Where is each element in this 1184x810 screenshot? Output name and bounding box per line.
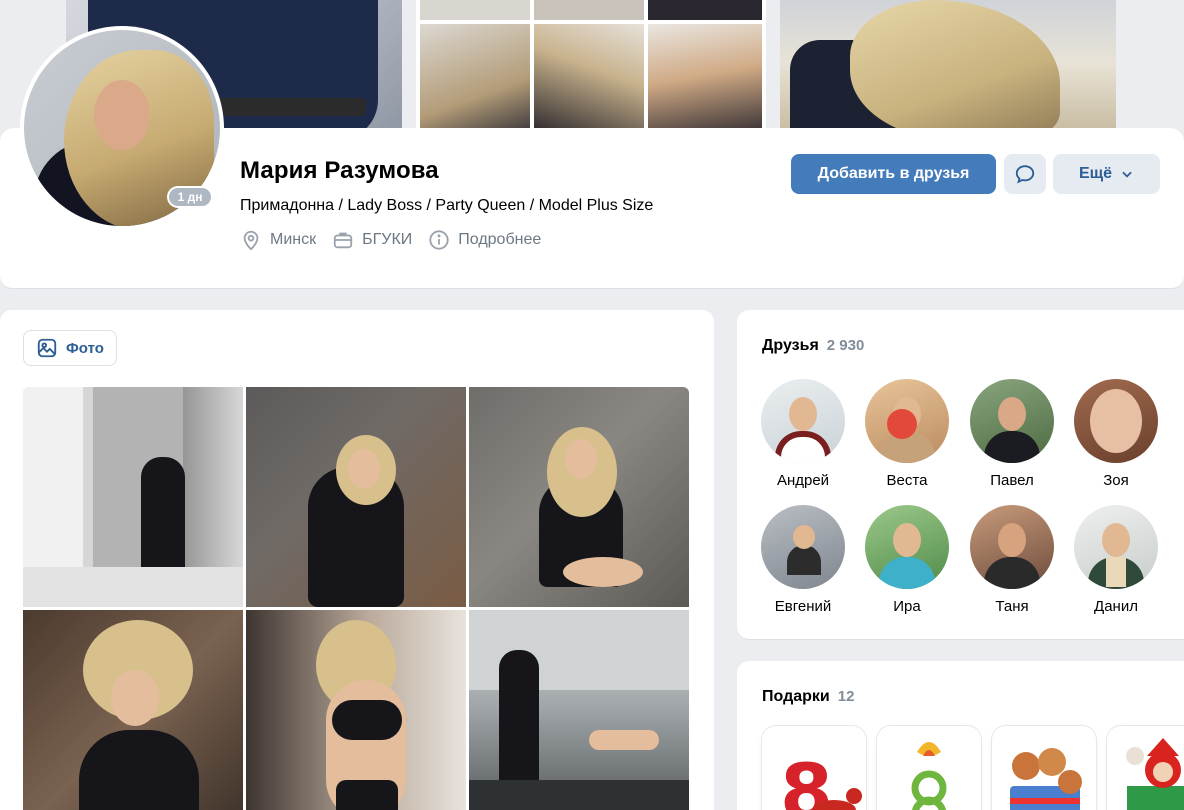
avatar bbox=[865, 379, 949, 463]
city-label: Минск bbox=[270, 231, 317, 248]
more-label: Ещё bbox=[1078, 165, 1113, 182]
tab-photos[interactable]: Фото bbox=[23, 330, 117, 366]
gifts-title-label: Подарки bbox=[762, 688, 830, 705]
cover-collage[interactable] bbox=[416, 0, 766, 140]
friends-section: Друзья 2 930 Андрей Веста Павел Зоя Евге… bbox=[737, 310, 1184, 639]
profile-status: Примадонна / Lady Boss / Party Queen / M… bbox=[240, 197, 654, 214]
photo-thumbnail[interactable] bbox=[23, 610, 243, 810]
gifts-title[interactable]: Подарки 12 bbox=[762, 688, 854, 706]
avatar bbox=[761, 505, 845, 589]
photos-section: Фото bbox=[0, 310, 714, 810]
avatar bbox=[1074, 505, 1158, 589]
tab-photos-label: Фото bbox=[66, 339, 104, 357]
chevron-down-icon bbox=[1122, 171, 1132, 178]
svg-text:8: 8 bbox=[780, 747, 833, 810]
avatar bbox=[761, 379, 845, 463]
meta-education[interactable]: БГУКИ bbox=[332, 229, 412, 251]
profile-meta: Минск БГУКИ Подробнее bbox=[240, 229, 557, 251]
friend-item[interactable]: Зоя bbox=[1071, 379, 1161, 489]
avatar bbox=[1074, 379, 1158, 463]
friend-item[interactable]: Андрей bbox=[758, 379, 848, 489]
location-pin-icon bbox=[243, 230, 259, 251]
photo-thumbnail[interactable] bbox=[246, 610, 466, 810]
friend-name: Веста bbox=[886, 472, 928, 489]
meta-details[interactable]: Подробнее bbox=[428, 229, 541, 251]
add-friend-button[interactable]: Добавить в друзья bbox=[791, 154, 996, 194]
gift-item[interactable] bbox=[1107, 726, 1184, 810]
friend-name: Зоя bbox=[1103, 472, 1129, 489]
profile-name: Мария Разумова bbox=[240, 157, 439, 184]
online-time: 1 дн bbox=[169, 188, 211, 206]
photo-icon bbox=[37, 338, 57, 358]
friend-name: Павел bbox=[990, 472, 1034, 489]
avatar bbox=[865, 505, 949, 589]
education-label: БГУКИ bbox=[362, 231, 413, 248]
cover-photo[interactable] bbox=[780, 0, 1116, 140]
message-icon bbox=[1015, 165, 1035, 184]
photo-thumbnail[interactable] bbox=[246, 387, 466, 607]
avatar bbox=[970, 505, 1054, 589]
friend-item[interactable]: Данил bbox=[1071, 505, 1161, 615]
friend-name: Ира bbox=[893, 598, 921, 615]
gifts-count: 12 bbox=[837, 688, 855, 705]
photo-thumbnail[interactable] bbox=[469, 610, 689, 810]
gift-item[interactable] bbox=[992, 726, 1096, 810]
friend-item[interactable]: Павел bbox=[967, 379, 1057, 489]
friend-name: Евгений bbox=[774, 598, 832, 615]
briefcase-icon bbox=[333, 232, 353, 249]
gifts-section: Подарки 12 8 bbox=[737, 661, 1184, 810]
details-label: Подробнее bbox=[458, 231, 542, 248]
friends-title-label: Друзья bbox=[762, 337, 819, 354]
info-icon bbox=[429, 230, 449, 250]
friends-count: 2 930 bbox=[826, 337, 865, 354]
friend-name: Данил bbox=[1094, 598, 1138, 615]
gift-item[interactable]: 8 bbox=[762, 726, 866, 810]
gift-item[interactable] bbox=[877, 726, 981, 810]
more-button[interactable]: Ещё bbox=[1053, 154, 1160, 194]
friends-title[interactable]: Друзья 2 930 bbox=[762, 337, 864, 355]
online-badge: 1 дн bbox=[167, 186, 213, 208]
friend-item[interactable]: Евгений bbox=[758, 505, 848, 615]
friend-item[interactable]: Веста bbox=[862, 379, 952, 489]
friend-name: Таня bbox=[995, 598, 1029, 615]
friend-item[interactable]: Ира bbox=[862, 505, 952, 615]
photo-thumbnail[interactable] bbox=[469, 387, 689, 607]
friend-item[interactable]: Таня bbox=[967, 505, 1057, 615]
message-button[interactable] bbox=[1004, 154, 1046, 194]
friend-name: Андрей bbox=[776, 472, 830, 489]
meta-city[interactable]: Минск bbox=[240, 229, 316, 251]
avatar bbox=[970, 379, 1054, 463]
photo-thumbnail[interactable] bbox=[23, 387, 243, 607]
